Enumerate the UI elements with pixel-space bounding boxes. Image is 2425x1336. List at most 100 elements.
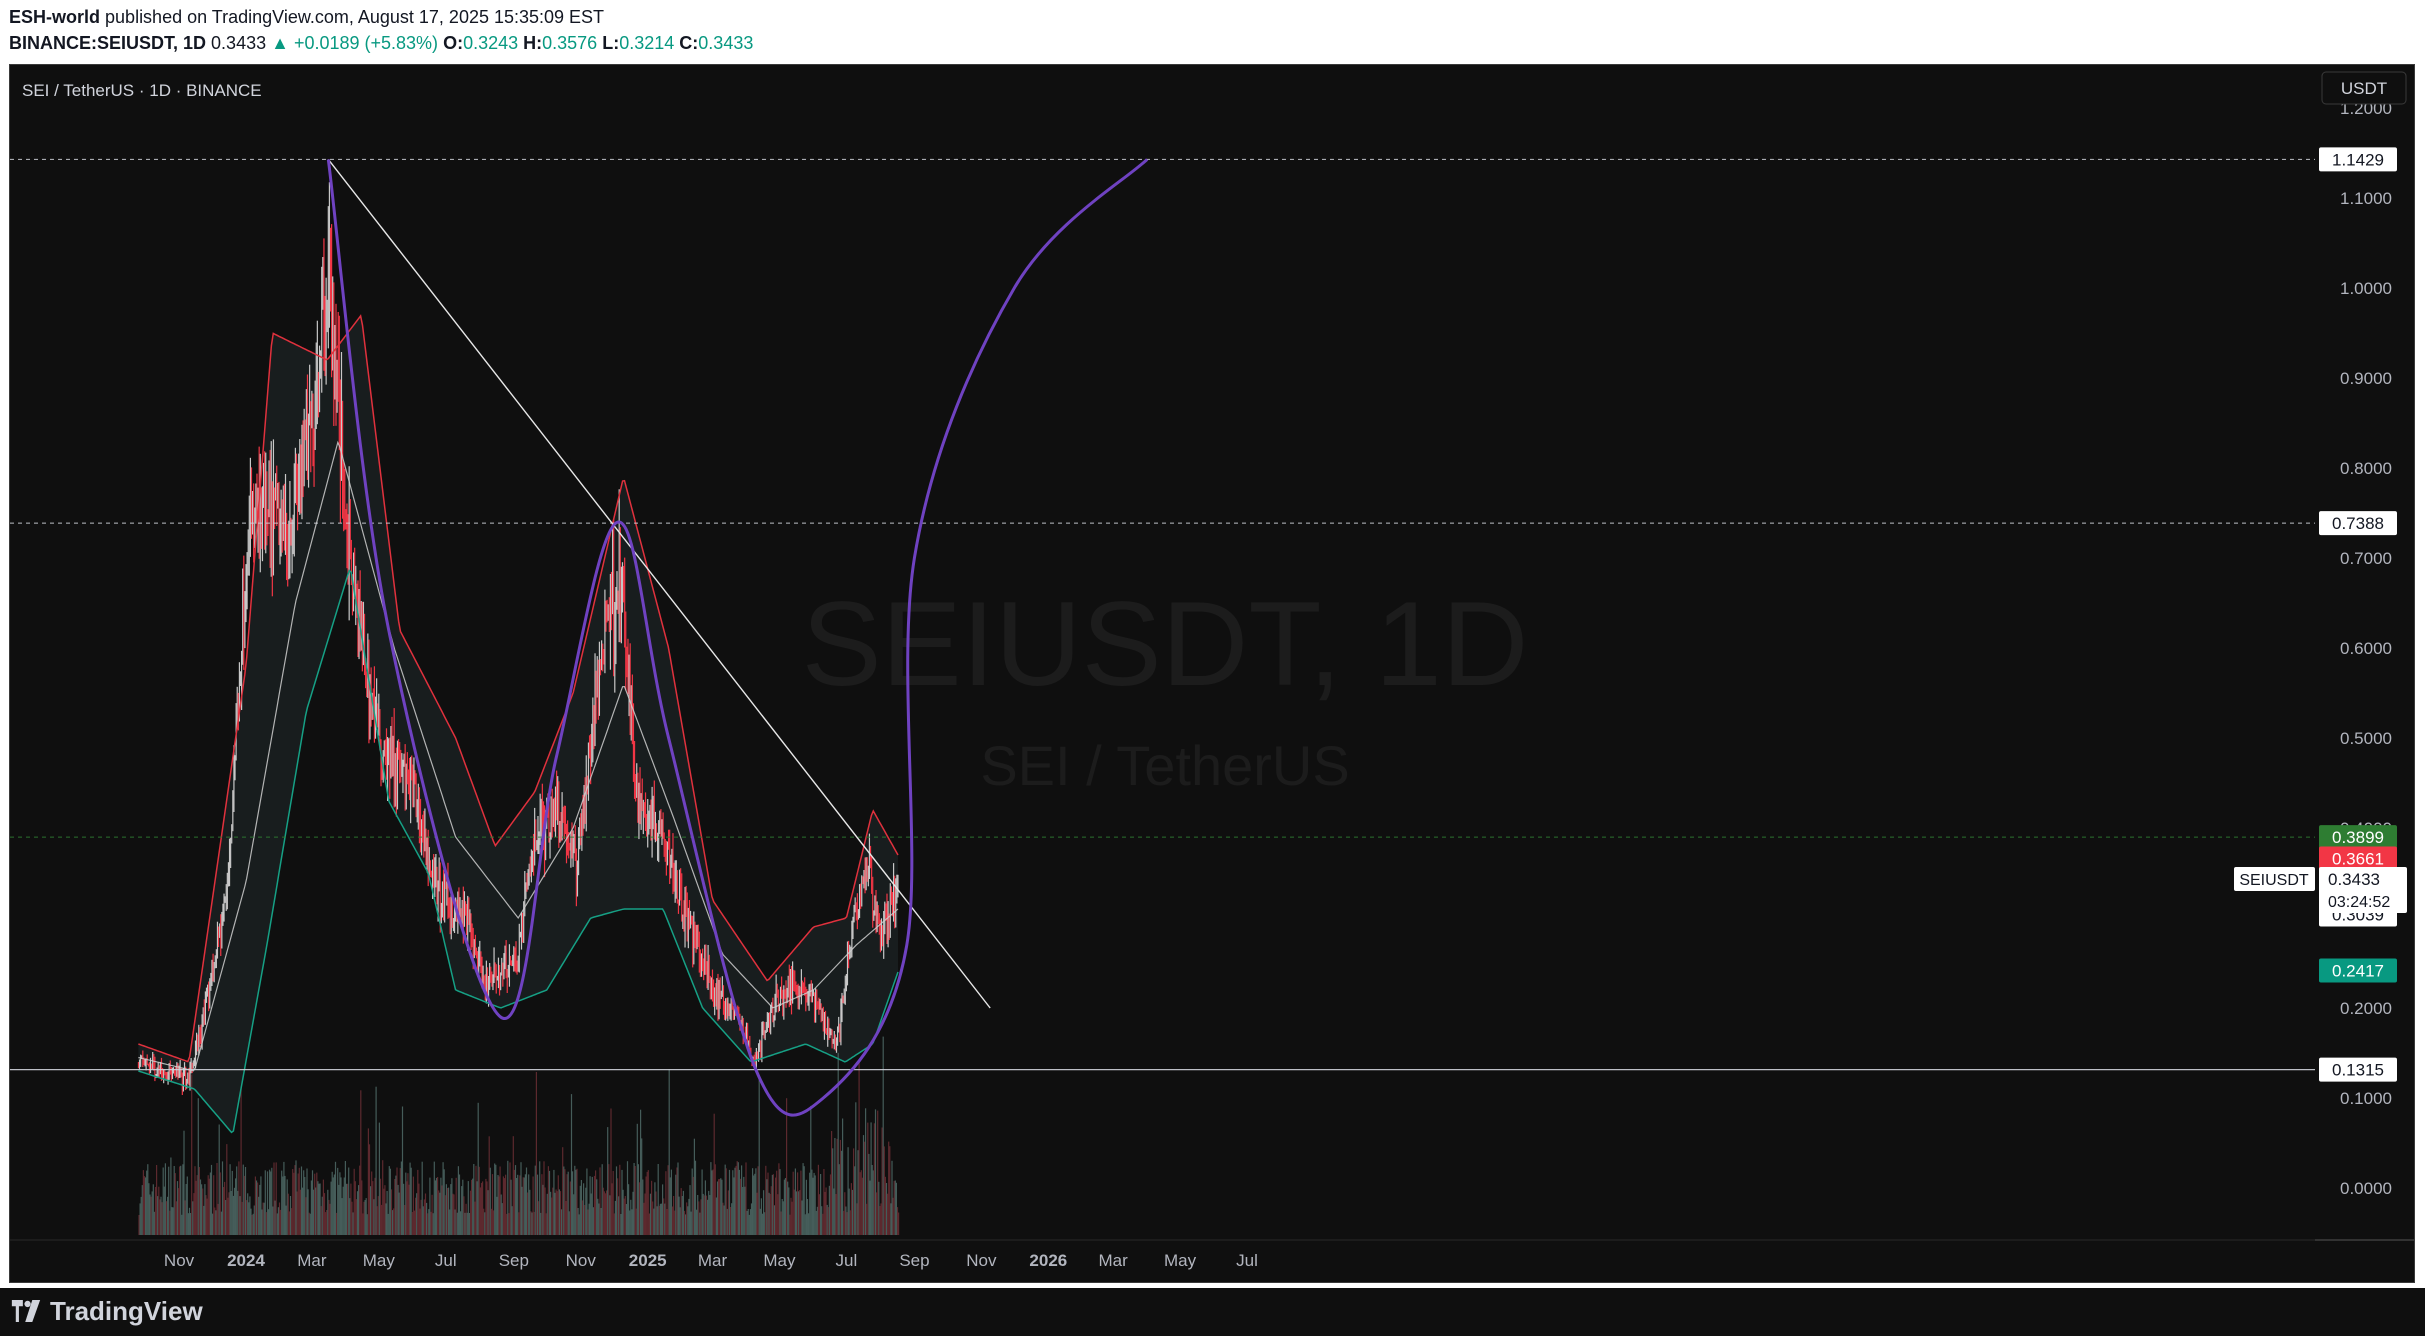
volume-bar [143, 1176, 146, 1235]
volume-bar [619, 1164, 621, 1235]
volume-bar [674, 1210, 676, 1235]
volume-bar [455, 1177, 457, 1235]
volume-bar [880, 1203, 882, 1235]
volume-bar [874, 1109, 877, 1235]
volume-bar [276, 1213, 278, 1235]
volume-bar [174, 1173, 176, 1235]
volume-bar [228, 1192, 230, 1235]
tradingview-logo[interactable]: TradingView [8, 1295, 203, 1327]
volume-bar [283, 1161, 285, 1235]
volume-bar [727, 1190, 729, 1235]
chart-panel[interactable]: SEIUSDT, 1D SEI / TetherUS SEI / TetherUS … [9, 64, 2415, 1283]
volume-bar [614, 1200, 616, 1235]
volume-bar [448, 1187, 450, 1235]
volume-bar [696, 1209, 698, 1235]
volume-bar [681, 1196, 683, 1235]
volume-bar [407, 1173, 409, 1235]
volume-bar [881, 1127, 883, 1235]
volume-bar [557, 1175, 559, 1235]
volume-bar [362, 1213, 364, 1235]
volume-bar [686, 1202, 688, 1235]
volume-bar [169, 1210, 171, 1235]
volume-bar [892, 1197, 894, 1235]
volume-bar [528, 1174, 530, 1235]
volume-bar [168, 1166, 170, 1235]
x-tick-label: Jul [1236, 1251, 1258, 1270]
volume-bar [345, 1183, 348, 1235]
volume-bar [147, 1164, 149, 1235]
volume-bar [410, 1167, 412, 1235]
x-tick-label: Mar [1098, 1251, 1128, 1270]
volume-bar [539, 1161, 541, 1235]
y-tick-label: 0.7000 [2340, 549, 2392, 568]
volume-bar [829, 1174, 832, 1235]
high-value: 0.3576 [542, 33, 598, 53]
volume-bar [182, 1164, 184, 1235]
volume-bar [791, 1201, 793, 1235]
volume-bar [378, 1122, 380, 1235]
author-name[interactable]: ESH-world [9, 7, 100, 27]
volume-bar [394, 1179, 396, 1235]
volume-bar [332, 1177, 334, 1235]
volume-bar [313, 1189, 315, 1235]
volume-bar [743, 1176, 745, 1235]
volume-bar [452, 1193, 454, 1235]
volume-bar [379, 1178, 382, 1235]
volume-bar [164, 1163, 166, 1235]
volume-bar [707, 1199, 709, 1235]
y-tick-label: 0.2000 [2340, 999, 2392, 1018]
currency-button[interactable]: USDT [2321, 71, 2407, 105]
volume-bar [498, 1176, 500, 1235]
volume-bar [893, 1180, 895, 1235]
volume-bar [746, 1210, 748, 1235]
volume-bar [894, 1180, 896, 1235]
volume-bar [422, 1206, 424, 1235]
volume-bar [167, 1196, 169, 1235]
volume-bar [172, 1207, 174, 1235]
volume-bar [513, 1169, 515, 1235]
volume-bar [644, 1193, 646, 1235]
volume-bar [499, 1166, 501, 1235]
volume-bar [370, 1186, 372, 1235]
volume-bar [503, 1178, 506, 1235]
volume-bar [877, 1110, 879, 1235]
volume-bar [887, 1193, 889, 1235]
volume-bar [598, 1203, 600, 1235]
tradingview-brand-text: TradingView [50, 1295, 203, 1326]
price-badge-label: 0.3661 [2332, 850, 2384, 869]
volume-bar [898, 1212, 900, 1235]
volume-bar [805, 1179, 807, 1235]
volume-bar [527, 1192, 529, 1235]
volume-bar [705, 1195, 708, 1235]
volume-bar [856, 1203, 858, 1235]
high-label: H: [523, 33, 543, 53]
volume-bar [687, 1206, 689, 1235]
volume-bar [299, 1189, 301, 1235]
volume-bar [319, 1183, 321, 1235]
volume-bar [180, 1165, 182, 1235]
volume-bar [286, 1179, 288, 1235]
volume-bar [837, 1052, 839, 1235]
volume-bar [665, 1171, 667, 1235]
volume-bar [456, 1212, 458, 1235]
volume-bar [505, 1174, 507, 1235]
volume-bar [759, 1208, 761, 1235]
volume-bar [163, 1186, 165, 1235]
volume-bar [383, 1188, 385, 1235]
y-tick-label: 0.8000 [2340, 459, 2392, 478]
volume-bar [396, 1167, 398, 1235]
volume-bar [490, 1208, 492, 1235]
price-chart[interactable]: SEIUSDT, 1DSEI / TetherUSSEI / TetherUS … [10, 65, 2414, 1282]
volume-bar [449, 1209, 451, 1235]
volume-bar [254, 1176, 256, 1235]
volume-bar [502, 1176, 504, 1235]
volume-bar [728, 1169, 731, 1235]
volume-bar [249, 1196, 251, 1235]
volume-bar [242, 1164, 244, 1235]
volume-bar [477, 1102, 479, 1235]
volume-bar [700, 1199, 702, 1235]
volume-bar [440, 1177, 442, 1235]
volume-bar [825, 1187, 827, 1235]
volume-bar [741, 1165, 743, 1235]
volume-bar [577, 1208, 579, 1235]
